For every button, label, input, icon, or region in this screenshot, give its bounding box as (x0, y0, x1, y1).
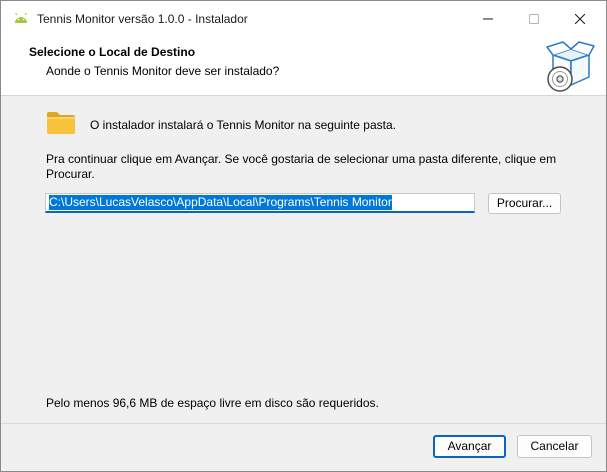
folder-icon (47, 112, 75, 134)
maximize-icon (529, 14, 539, 24)
cancel-button[interactable]: Cancelar (517, 435, 592, 458)
close-icon (575, 14, 585, 24)
page-subtitle: Aonde o Tennis Monitor deve ser instalad… (46, 64, 280, 78)
install-path-input[interactable]: C:\Users\LucasVelasco\AppData\Local\Prog… (45, 193, 475, 213)
install-path-value: C:\Users\LucasVelasco\AppData\Local\Prog… (49, 195, 392, 210)
window-title: Tennis Monitor versão 1.0.0 - Instalador (37, 12, 248, 26)
browse-button[interactable]: Procurar... (488, 193, 561, 214)
installer-window: Tennis Monitor versão 1.0.0 - Instalador… (0, 0, 607, 472)
title-bar[interactable]: Tennis Monitor versão 1.0.0 - Instalador (1, 1, 606, 37)
android-icon (15, 12, 27, 23)
folder-description: O instalador instalará o Tennis Monitor … (90, 118, 396, 132)
instructions-text: Pra continuar clique em Avançar. Se você… (46, 152, 557, 181)
minimize-icon (483, 18, 493, 20)
header-divider (1, 95, 606, 96)
next-button[interactable]: Avançar (433, 435, 506, 458)
footer-divider (1, 423, 606, 424)
close-button[interactable] (557, 1, 603, 37)
disk-space-requirement: Pelo menos 96,6 MB de espaço livre em di… (46, 396, 379, 410)
minimize-button[interactable] (465, 1, 511, 37)
maximize-button[interactable] (511, 1, 557, 37)
setup-box-disc-icon (546, 41, 595, 92)
page-title: Selecione o Local de Destino (29, 45, 196, 59)
wizard-header: Selecione o Local de Destino Aonde o Ten… (1, 37, 606, 95)
